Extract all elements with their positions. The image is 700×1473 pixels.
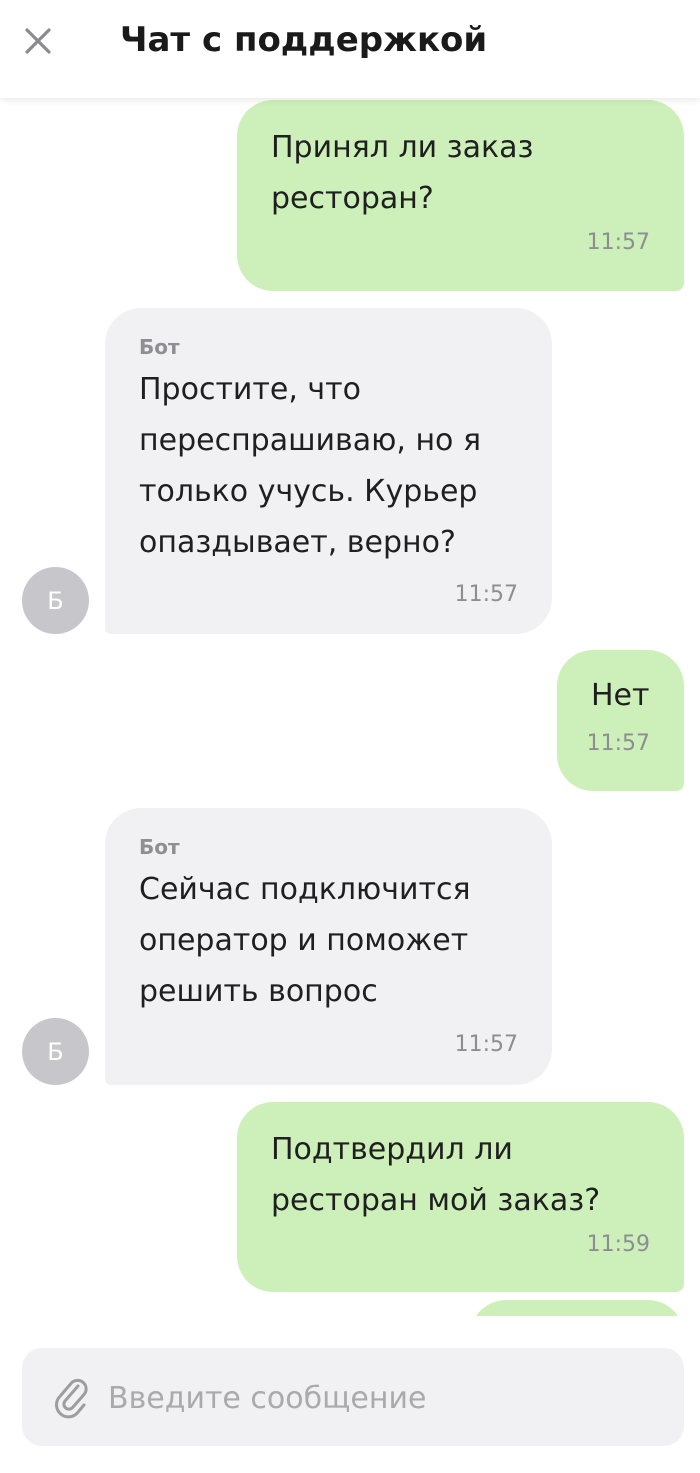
attach-button[interactable] <box>54 1374 90 1420</box>
chat-header: Чат с поддержкой <box>0 0 700 98</box>
close-icon <box>25 28 51 54</box>
message-text: Нет <box>591 678 650 713</box>
message-time: 11:57 <box>454 1032 518 1057</box>
outgoing-message[interactable]: Нет 11:57 <box>557 650 684 791</box>
message-time: 11:59 <box>586 1232 650 1257</box>
message-sender: Бот <box>139 835 180 859</box>
page-title: Чат с поддержкой <box>120 20 488 60</box>
message-sender: Бот <box>139 335 180 359</box>
message-text: Простите, что переспрашиваю, но я только… <box>139 372 481 560</box>
outgoing-message[interactable]: Подтвердил ли ресторан мой заказ? 11:59 <box>237 1102 684 1292</box>
message-list[interactable]: Принял ли заказ ресторан? 11:57 Бот Прос… <box>0 98 700 1316</box>
message-input[interactable] <box>106 1348 670 1448</box>
message-text: Сейчас подключится оператор и поможет ре… <box>139 872 471 1009</box>
outgoing-message[interactable]: Принял ли заказ ресторан? 11:57 <box>237 100 684 291</box>
avatar: Б <box>22 567 89 634</box>
message-time: 11:57 <box>586 230 650 255</box>
paperclip-icon <box>55 1378 88 1419</box>
avatar: Б <box>22 1018 89 1085</box>
close-button[interactable] <box>18 21 58 61</box>
message-text: Принял ли заказ ресторан? <box>271 130 534 216</box>
message-text: Подтвердил ли ресторан мой заказ? <box>271 1132 601 1218</box>
incoming-message[interactable]: Бот Сейчас подключится оператор и поможе… <box>105 808 552 1085</box>
incoming-message[interactable]: Бот Простите, что переспрашиваю, но я то… <box>105 308 552 634</box>
message-composer <box>22 1348 684 1448</box>
message-time: 11:57 <box>454 582 518 607</box>
outgoing-message-partial[interactable] <box>470 1300 684 1316</box>
message-time: 11:57 <box>586 731 650 756</box>
